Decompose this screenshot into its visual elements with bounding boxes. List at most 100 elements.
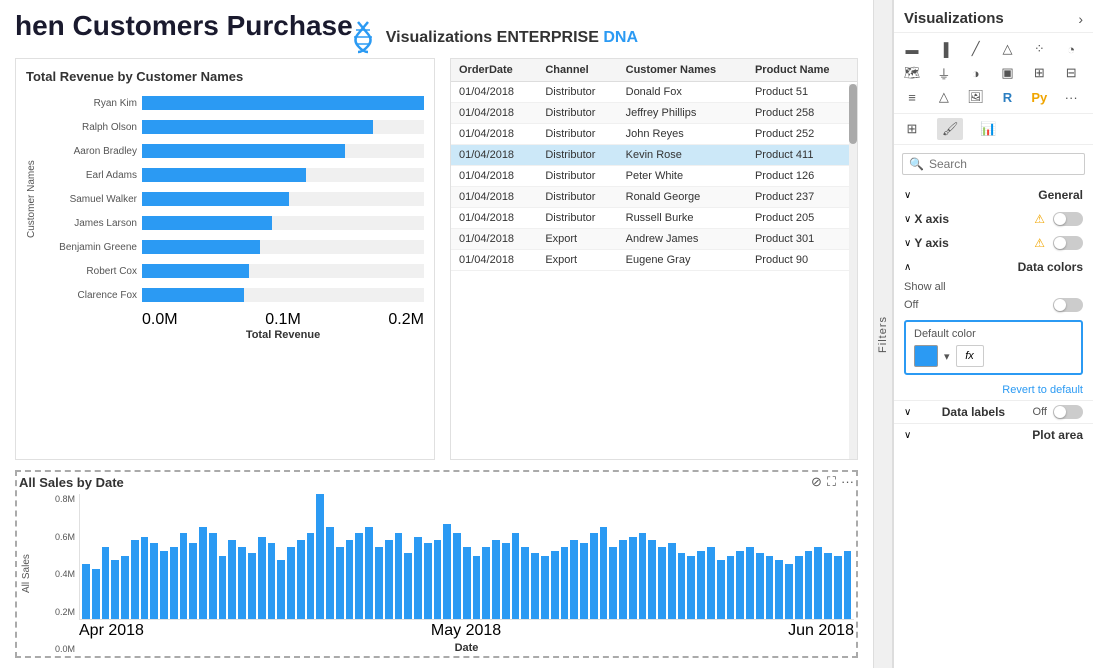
bottom-bar xyxy=(590,533,598,619)
data-colors-label: Data colors xyxy=(1018,260,1083,274)
panel-header: Visualizations › xyxy=(894,0,1093,33)
bottom-bar xyxy=(687,556,695,619)
bottom-bar xyxy=(228,540,236,619)
bottom-bar xyxy=(238,547,246,619)
viz-icon-table[interactable]: ⊞ xyxy=(1026,62,1052,84)
y-axis-warning: ⚠ xyxy=(1034,236,1045,250)
x-axis-chevron: ∨ xyxy=(904,214,911,225)
bottom-bar xyxy=(355,533,363,619)
bottom-bar xyxy=(248,553,256,619)
bottom-bar xyxy=(424,543,432,619)
viz-icon-col[interactable]: ▐ xyxy=(931,38,957,60)
col-product: Product Name xyxy=(747,59,857,82)
bottom-bar xyxy=(648,540,656,619)
viz-icon-pie[interactable]: ◔ xyxy=(1058,38,1084,60)
table-row[interactable]: 01/04/2018 Distributor Jeffrey Phillips … xyxy=(451,103,857,124)
viz-icon-gauge[interactable]: ◑ xyxy=(963,62,989,84)
bottom-bar xyxy=(736,551,744,619)
sales-chart-header: All Sales by Date ⊘ ⛶ ··· xyxy=(19,474,854,490)
table-scrollbar-thumb[interactable] xyxy=(849,84,857,144)
viz-icon-matrix[interactable]: ⊟ xyxy=(1058,62,1084,84)
table-row[interactable]: 01/04/2018 Distributor Peter White Produ… xyxy=(451,166,857,187)
panel-chevron[interactable]: › xyxy=(1078,11,1083,27)
x-axis-toggle[interactable] xyxy=(1053,212,1083,226)
bottom-bar xyxy=(180,533,188,619)
general-section-header[interactable]: ∨ General xyxy=(894,183,1093,207)
filters-label: Filters xyxy=(877,316,889,353)
data-labels-toggle[interactable] xyxy=(1053,405,1083,419)
viz-icon-card[interactable]: ▣ xyxy=(995,62,1021,84)
bottom-bar xyxy=(414,537,422,619)
bottom-bar xyxy=(287,547,295,619)
viz-icon-py[interactable]: Py xyxy=(1026,86,1052,108)
search-input[interactable] xyxy=(929,157,1078,171)
bottom-bar xyxy=(795,556,803,619)
bar-chart-x-axis: 0.0M 0.1M 0.2M xyxy=(42,309,424,329)
x-axis-section-header[interactable]: ∨ X axis ⚠ xyxy=(894,207,1093,231)
color-swatch[interactable] xyxy=(914,345,938,367)
viz-icon-analytics[interactable]: 📊 xyxy=(975,118,1001,140)
bottom-bar xyxy=(297,540,305,619)
viz-icon-r[interactable]: R xyxy=(995,86,1021,108)
bottom-bar xyxy=(697,551,705,619)
search-box[interactable]: 🔍 xyxy=(902,153,1085,175)
color-dropdown[interactable]: ▾ xyxy=(944,350,950,363)
logo-text: Visualizations ENTERPRISE DNA xyxy=(386,29,638,47)
y-axis-toggle[interactable] xyxy=(1053,236,1083,250)
data-labels-right: Off xyxy=(1033,405,1083,419)
bottom-bar xyxy=(727,556,735,619)
sales-chart-panel: All Sales by Date ⊘ ⛶ ··· All Sales 0.8M… xyxy=(15,470,858,658)
bottom-bar xyxy=(453,533,461,619)
viz-icon-scatter[interactable]: ⁘ xyxy=(1026,38,1052,60)
table-row[interactable]: 01/04/2018 Distributor Ronald George Pro… xyxy=(451,187,857,208)
table-row[interactable]: 01/04/2018 Distributor John Reyes Produc… xyxy=(451,124,857,145)
viz-icon-paint[interactable]: 🖌 xyxy=(937,118,963,140)
show-all-toggle[interactable] xyxy=(1053,298,1083,312)
data-labels-row: ∨ Data labels Off xyxy=(894,400,1093,423)
table-row[interactable]: 01/04/2018 Distributor Kevin Rose Produc… xyxy=(451,145,857,166)
table-scrollbar[interactable] xyxy=(849,84,857,459)
viz-icon-line[interactable]: ╱ xyxy=(963,38,989,60)
viz-icon-slicer[interactable]: ≡ xyxy=(899,86,925,108)
filters-strip: Filters xyxy=(873,0,893,668)
plot-area-row[interactable]: ∨ Plot area xyxy=(894,423,1093,446)
bottom-bar xyxy=(668,543,676,619)
table-row[interactable]: 01/04/2018 Distributor Donald Fox Produc… xyxy=(451,82,857,103)
bar-row: Ralph Olson xyxy=(42,120,424,134)
bottom-bar xyxy=(678,553,686,619)
panel-title: Visualizations xyxy=(904,10,1004,27)
bottom-bar xyxy=(326,527,334,619)
viz-icon-grid-spec[interactable]: ⊞ xyxy=(899,118,925,140)
viz-icon-more[interactable]: ··· xyxy=(1058,86,1084,108)
data-colors-header[interactable]: ∧ Data colors xyxy=(894,255,1093,279)
viz-icon-bar[interactable]: ▬ xyxy=(899,38,925,60)
bottom-bar xyxy=(814,547,822,619)
bottom-bar xyxy=(619,540,627,619)
filter-icon[interactable]: ⊘ xyxy=(811,474,822,490)
bottom-bar xyxy=(463,547,471,619)
table-row[interactable]: 01/04/2018 Export Eugene Gray Product 90 xyxy=(451,250,857,271)
data-labels-label: Data labels xyxy=(942,405,1005,419)
bottom-bar xyxy=(639,533,647,619)
show-all-label: Show all xyxy=(904,281,946,293)
table-body: 01/04/2018 Distributor Donald Fox Produc… xyxy=(451,82,857,271)
bottom-y-axis: 0.8M 0.6M 0.4M 0.2M 0.0M xyxy=(34,494,79,654)
viz-icon-image[interactable]: 🖼 xyxy=(963,86,989,108)
visualizations-panel: Visualizations › ▬ ▐ ╱ △ ⁘ ◔ 🗺 ⏚ ◑ ▣ ⊞ ⊟… xyxy=(893,0,1093,668)
bottom-bar xyxy=(541,556,549,619)
bottom-bar xyxy=(395,533,403,619)
x-axis-warning: ⚠ xyxy=(1034,212,1045,226)
bottom-bar xyxy=(512,533,520,619)
table-row[interactable]: 01/04/2018 Export Andrew James Product 3… xyxy=(451,229,857,250)
y-axis-section-header[interactable]: ∨ Y axis ⚠ xyxy=(894,231,1093,255)
fx-button[interactable]: fx xyxy=(956,345,984,367)
bar-row: Samuel Walker xyxy=(42,192,424,206)
more-icon[interactable]: ··· xyxy=(841,474,854,490)
viz-icon-shape[interactable]: △ xyxy=(931,86,957,108)
revert-link[interactable]: Revert to default xyxy=(894,380,1093,400)
table-row[interactable]: 01/04/2018 Distributor Russell Burke Pro… xyxy=(451,208,857,229)
expand-icon[interactable]: ⛶ xyxy=(827,474,836,490)
viz-icon-map[interactable]: 🗺 xyxy=(899,62,925,84)
viz-icon-funnel[interactable]: ⏚ xyxy=(931,62,957,84)
viz-icon-area[interactable]: △ xyxy=(995,38,1021,60)
